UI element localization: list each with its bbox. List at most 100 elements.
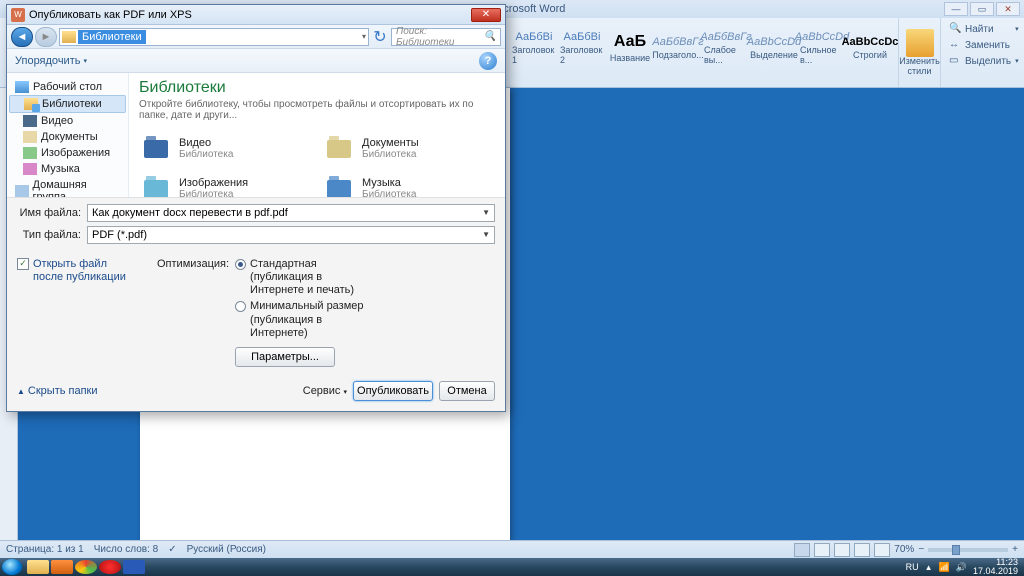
cancel-button[interactable]: Отмена <box>439 381 495 401</box>
style-preview: АаБбВвГг <box>652 36 703 48</box>
radio-icon <box>235 259 246 270</box>
dialog-titlebar[interactable]: W Опубликовать как PDF или XPS ✕ <box>7 5 505 25</box>
taskbar-chrome-icon[interactable] <box>75 560 97 574</box>
chevron-up-icon: ▲ <box>17 387 25 396</box>
zoom-out-button[interactable]: − <box>918 544 924 555</box>
nav-item[interactable]: Музыка <box>9 161 126 177</box>
nav-item-label: Изображения <box>41 147 110 159</box>
taskbar-word-icon[interactable] <box>123 560 145 574</box>
change-styles-button[interactable]: Изменить стили <box>899 18 941 87</box>
nav-item-label: Библиотеки <box>42 98 102 110</box>
zoom-slider[interactable] <box>928 548 1008 552</box>
library-icon <box>324 133 354 163</box>
library-item[interactable]: ИзображенияБиблиотека <box>139 171 312 197</box>
taskbar-media-icon[interactable] <box>51 560 73 574</box>
status-language[interactable]: Русский (Россия) <box>187 544 266 555</box>
tray-clock[interactable]: 11:23 17.04.2019 <box>973 558 1018 576</box>
address-bar[interactable]: Библиотеки ▾ <box>59 28 369 46</box>
nav-item[interactable]: Видео <box>9 113 126 129</box>
style-item[interactable]: АаБбВвГгСлабое вы... <box>703 22 749 74</box>
dialog-fields: Имя файла: Как документ docx перевести в… <box>7 197 505 250</box>
view-outline-icon[interactable] <box>854 543 870 557</box>
style-item[interactable]: AaBbCcDcСтрогий <box>847 22 893 74</box>
tray-volume-icon[interactable]: 🔊 <box>956 562 967 573</box>
style-item[interactable]: АаБбВвГгПодзаголо... <box>655 22 701 74</box>
status-proofing-icon[interactable]: ✓ <box>168 544 176 555</box>
find-icon: 🔍 <box>949 23 961 35</box>
search-placeholder: Поиск: Библиотеки <box>396 26 484 48</box>
nav-item[interactable]: Изображения <box>9 145 126 161</box>
nav-item[interactable]: Документы <box>9 129 126 145</box>
optimization-standard-radio[interactable]: Стандартная (публикация в Интернете и пе… <box>235 258 365 298</box>
tray-flag-icon[interactable]: ▲ <box>925 563 933 572</box>
organize-button[interactable]: Упорядочить ▾ <box>15 55 87 67</box>
hide-folders-button[interactable]: ▲ Скрыть папки <box>17 385 98 397</box>
view-draft-icon[interactable] <box>874 543 890 557</box>
start-button[interactable] <box>2 559 22 575</box>
tray-network-icon[interactable]: 📶 <box>939 562 950 573</box>
taskbar-explorer-icon[interactable] <box>27 560 49 574</box>
maximize-button[interactable]: ▭ <box>970 2 994 16</box>
open-after-checkbox[interactable]: Открыть файл после публикации <box>17 258 137 284</box>
dialog-close-button[interactable]: ✕ <box>471 8 501 22</box>
nav-item-label: Видео <box>41 115 73 127</box>
help-button[interactable]: ? <box>479 52 497 70</box>
view-print-layout-icon[interactable] <box>794 543 810 557</box>
filename-input[interactable]: Как документ docx перевести в pdf.pdf ▼ <box>87 204 495 222</box>
publish-button[interactable]: Опубликовать <box>353 381 433 401</box>
close-button[interactable]: ✕ <box>996 2 1020 16</box>
select-icon: ▭ <box>949 55 961 67</box>
taskbar: RU ▲ 📶 🔊 11:23 17.04.2019 <box>0 558 1024 576</box>
dialog-footer: ▲ Скрыть папки Сервис ▾ Опубликовать Отм… <box>7 375 505 411</box>
optimization-label: Оптимизация: <box>157 258 229 367</box>
parameters-button[interactable]: Параметры... <box>235 347 335 367</box>
style-preview: AaBbCcDd <box>747 36 801 48</box>
icon-images <box>23 147 37 159</box>
taskbar-opera-icon[interactable] <box>99 560 121 574</box>
nav-item-label: Домашняя группа <box>33 179 121 197</box>
nav-item[interactable]: Библиотеки <box>9 95 126 113</box>
zoom-in-button[interactable]: + <box>1012 544 1018 555</box>
library-name: Музыка <box>362 177 416 189</box>
status-words[interactable]: Число слов: 8 <box>94 544 158 555</box>
library-type: Библиотека <box>179 149 233 160</box>
library-item[interactable]: МузыкаБиблиотека <box>322 171 495 197</box>
style-item[interactable]: АаБНазвание <box>607 22 653 74</box>
style-label: Сильное в... <box>800 45 844 65</box>
view-web-icon[interactable] <box>834 543 850 557</box>
style-gallery[interactable]: АаБбВіЗаголовок 1АаБбВіЗаголовок 2АаБНаз… <box>510 18 899 87</box>
dialog-icon: W <box>11 8 25 22</box>
nav-item[interactable]: Домашняя группа <box>9 177 126 197</box>
style-item[interactable]: AaBbCcDdСильное в... <box>799 22 845 74</box>
radio-icon <box>235 301 246 312</box>
style-item[interactable]: АаБбВіЗаголовок 2 <box>559 22 605 74</box>
library-icon <box>141 133 171 163</box>
content-pane: Библиотеки Откройте библиотеку, чтобы пр… <box>129 73 505 197</box>
refresh-button[interactable]: ↻ <box>371 28 389 46</box>
content-subtitle: Откройте библиотеку, чтобы просмотреть ф… <box>139 99 495 121</box>
optimization-minimal-radio[interactable]: Минимальный размер (публикация в Интерне… <box>235 300 365 340</box>
library-name: Видео <box>179 137 233 149</box>
replace-button[interactable]: ↔Заменить <box>947 38 1021 52</box>
library-item[interactable]: ДокументыБиблиотека <box>322 131 495 165</box>
content-header: Библиотеки <box>139 79 495 97</box>
minimize-button[interactable]: — <box>944 2 968 16</box>
filetype-select[interactable]: PDF (*.pdf) ▼ <box>87 226 495 244</box>
library-grid: ВидеоБиблиотека ДокументыБиблиотека Изобра… <box>139 131 495 197</box>
style-item[interactable]: AaBbCcDdВыделение <box>751 22 797 74</box>
nav-back-button[interactable]: ◄ <box>11 27 33 47</box>
tray-lang[interactable]: RU <box>906 562 919 572</box>
find-button[interactable]: 🔍Найти ▾ <box>947 22 1021 36</box>
chevron-down-icon[interactable]: ▼ <box>482 230 490 239</box>
nav-forward-button[interactable]: ► <box>35 27 57 47</box>
style-item[interactable]: АаБбВіЗаголовок 1 <box>511 22 557 74</box>
zoom-level[interactable]: 70% <box>894 544 914 555</box>
nav-item[interactable]: Рабочий стол <box>9 79 126 95</box>
search-input[interactable]: Поиск: Библиотеки 🔍 <box>391 28 501 46</box>
select-button[interactable]: ▭Выделить ▾ <box>947 54 1021 68</box>
tools-button[interactable]: Сервис ▾ <box>303 385 347 397</box>
library-item[interactable]: ВидеоБиблиотека <box>139 131 312 165</box>
view-reading-icon[interactable] <box>814 543 830 557</box>
chevron-down-icon[interactable]: ▼ <box>482 208 490 217</box>
status-page[interactable]: Страница: 1 из 1 <box>6 544 84 555</box>
